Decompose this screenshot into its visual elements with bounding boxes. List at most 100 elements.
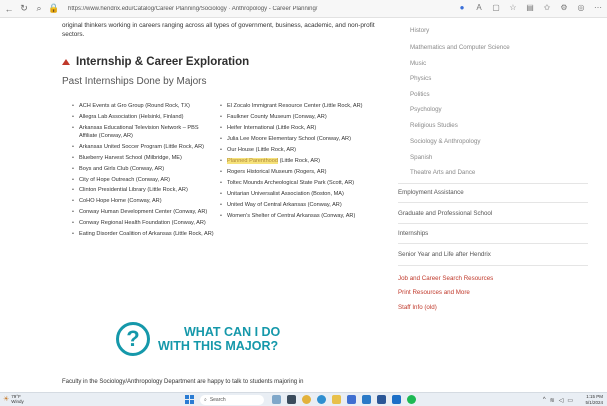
sidebar-item-employment[interactable]: Employment Assistance [398, 189, 464, 196]
list-item: Julia Lee Moore Elementary School (Conwa… [220, 136, 370, 144]
search-placeholder: Search [209, 397, 226, 403]
search-icon[interactable]: ⌕ [33, 3, 45, 15]
highlighted-text: Planned Parenthood [227, 157, 279, 164]
list-item-highlighted: Planned Parenthood (Little Rock, AR) [220, 157, 370, 166]
sidebar-item-psychology[interactable]: Psychology [410, 106, 442, 113]
taskbar-search-input[interactable]: ⌕ Search [200, 395, 264, 405]
divider [398, 223, 588, 224]
sidebar-item-sociology[interactable]: Sociology & Anthropology [410, 138, 481, 145]
subheading: Past Internships Done by Majors [62, 76, 207, 87]
sidebar-item-theatre[interactable]: Theatre Arts and Dance [410, 169, 475, 176]
chevron-up-icon[interactable]: ^ [543, 397, 546, 404]
list-item: ACH Events at Gro Group (Round Rock, TX) [72, 103, 218, 111]
divider [398, 265, 588, 266]
edge-app-icon[interactable] [317, 395, 326, 404]
toolbar-actions: ● A ▢ ☆ ▤ ✩ ⚙ ◎ ⋯ [457, 3, 603, 12]
favorites-icon[interactable]: ✩ [542, 3, 552, 12]
divider [398, 183, 588, 184]
list-item: Toltec Mounds Archeological State Park (… [220, 180, 370, 188]
copilot-icon[interactable]: ◎ [576, 3, 586, 12]
highlight-location: (Little Rock, AR) [278, 157, 320, 164]
list-item: Faulkner County Museum (Conway, AR) [220, 114, 370, 122]
list-item: Arkansas United Soccer Program (Little R… [72, 144, 218, 152]
list-item: Rogers Historical Museum (Rogers, AR) [220, 169, 370, 177]
clock[interactable]: 1:15 PM 5/1/2024 [585, 394, 603, 405]
back-icon[interactable]: ← [3, 3, 15, 15]
list-item: CoHO Hope Home (Conway, AR) [72, 198, 218, 206]
windows-taskbar: ☀ 79°F Windy ⌕ Search ^ ≋ ◁ ▭ 1:15 PM 5/… [0, 392, 607, 406]
system-tray: ^ ≋ ◁ ▭ [543, 397, 573, 404]
list-item: Boys and Girls Club (Conway, AR) [72, 166, 218, 174]
what-can-i-do-banner[interactable]: ? WHAT CAN I DO WITH THIS MAJOR? [116, 322, 280, 356]
weather-icon: ☀ [3, 395, 10, 403]
sidebar-item-internships[interactable]: Internships [398, 230, 428, 237]
taskbar-apps [272, 395, 416, 404]
wifi-icon[interactable]: ≋ [550, 397, 555, 404]
intro-paragraph: original thinkers working in careers ran… [62, 22, 375, 38]
list-item: Heifer International (Little Rock, AR) [220, 125, 370, 133]
divider [398, 243, 588, 244]
link-print-resources[interactable]: Print Resources and More [398, 289, 470, 296]
reload-icon[interactable]: ↻ [18, 3, 30, 15]
list-item: Arkansas Educational Television Network … [72, 125, 218, 140]
weather-desc: Windy [11, 399, 24, 404]
footer-paragraph: Faculty in the Sociology/Anthropology De… [62, 379, 304, 385]
list-item: El Zocalo Immigrant Resource Center (Lit… [220, 103, 370, 111]
volume-icon[interactable]: ◁ [559, 397, 564, 404]
battery-icon[interactable]: ▭ [567, 397, 573, 404]
extensions-icon[interactable]: ⚙ [559, 3, 569, 12]
address-bar[interactable]: https://www.hendrix.edu/Catalog/Career P… [68, 6, 398, 12]
account-icon[interactable]: ● [457, 3, 467, 12]
list-item: Unitarian Universalist Association (Bost… [220, 191, 370, 199]
sidebar-item-physics[interactable]: Physics [410, 75, 431, 82]
banner-line-2: WITH THIS MAJOR? [158, 339, 279, 353]
list-item: Our House (Little Rock, AR) [220, 147, 370, 155]
browser-toolbar: ← ↻ ⌕ 🔒 https://www.hendrix.edu/Catalog/… [0, 0, 607, 18]
weather-widget[interactable]: ☀ 79°F Windy [3, 394, 24, 404]
sidebar-item-music[interactable]: Music [410, 60, 426, 67]
list-item: Clinton Presidential Library (Little Roc… [72, 187, 218, 195]
search-icon: ⌕ [204, 397, 207, 403]
list-item: United Way of Central Arkansas (Conway, … [220, 202, 370, 210]
spotify-app-icon[interactable] [407, 395, 416, 404]
sidebar-item-grad-school[interactable]: Graduate and Professional School [398, 210, 492, 217]
favorite-star-icon[interactable]: ☆ [508, 3, 518, 12]
more-menu-icon[interactable]: ⋯ [593, 3, 603, 12]
mail-app-icon[interactable] [362, 395, 371, 404]
sidebar-item-religious-studies[interactable]: Religious Studies [410, 122, 458, 129]
task-view-icon[interactable] [287, 395, 296, 404]
banner-line-1: WHAT CAN I DO [184, 325, 281, 339]
divider [398, 202, 588, 203]
internship-list-left: ACH Events at Gro Group (Round Rock, TX)… [72, 103, 218, 242]
clock-time: 1:15 PM [586, 394, 603, 399]
sidebar-item-math-cs[interactable]: Mathematics and Computer Science [410, 44, 510, 51]
banner-text: WHAT CAN I DO WITH THIS MAJOR? [158, 325, 280, 353]
outlook-app-icon[interactable] [392, 395, 401, 404]
collections-icon[interactable]: ▤ [525, 3, 535, 12]
file-explorer-app-icon[interactable] [332, 395, 341, 404]
sidebar-item-spanish[interactable]: Spanish [410, 154, 432, 161]
lock-icon: 🔒 [48, 3, 60, 13]
question-mark-icon: ? [116, 322, 150, 356]
section-heading[interactable]: Internship & Career Exploration [62, 56, 249, 68]
list-item: Women's Shelter of Central Arkansas (Con… [220, 213, 370, 221]
internship-list-right: El Zocalo Immigrant Resource Center (Lit… [220, 103, 370, 224]
sidebar-item-senior-year[interactable]: Senior Year and Life after Hendrix [398, 251, 491, 258]
sidebar-item-history[interactable]: History [410, 27, 429, 34]
link-staff-info[interactable]: Staff Info (old) [398, 304, 437, 311]
read-aloud-icon[interactable]: A [474, 3, 484, 12]
section-title: Internship & Career Exploration [76, 56, 250, 68]
chrome-app-icon[interactable] [302, 395, 311, 404]
list-item: Eating Disorder Coalition of Arkansas (L… [72, 231, 218, 239]
split-screen-icon[interactable]: ▢ [491, 3, 501, 12]
list-item: Allegra Lab Association (Helsinki, Finla… [72, 114, 218, 122]
list-item: Blueberry Harvest School (Milbridge, ME) [72, 155, 218, 163]
sidebar-item-politics[interactable]: Politics [410, 91, 430, 98]
store-app-icon[interactable] [347, 395, 356, 404]
word-app-icon[interactable] [377, 395, 386, 404]
windows-start-icon[interactable] [185, 395, 194, 404]
collapse-triangle-icon[interactable] [62, 59, 70, 65]
link-job-career-search[interactable]: Job and Career Search Resources [398, 275, 493, 282]
widgets-app-icon[interactable] [272, 395, 281, 404]
list-item: Conway Regional Health Foundation (Conwa… [72, 220, 218, 228]
